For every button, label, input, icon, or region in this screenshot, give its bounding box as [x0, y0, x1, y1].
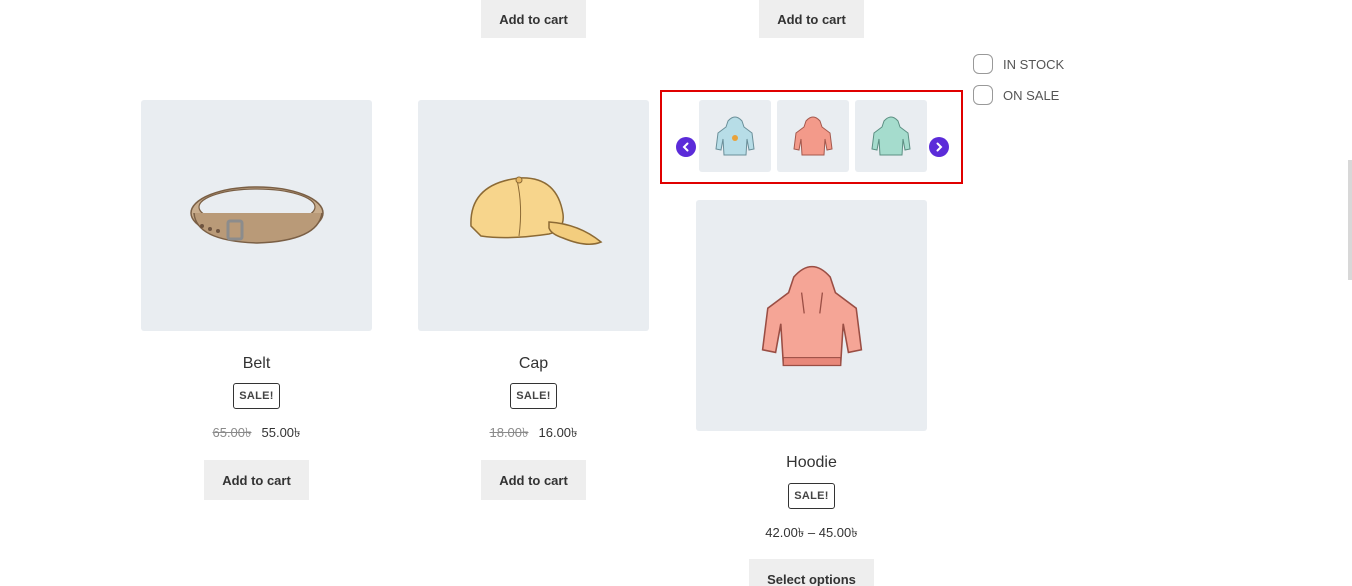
chevron-right-icon[interactable]: [929, 137, 949, 157]
add-to-cart-button-top-1[interactable]: Add to cart: [481, 0, 586, 38]
in-stock-checkbox[interactable]: [973, 54, 993, 74]
product-title-belt[interactable]: Belt: [141, 355, 372, 373]
sale-price-cap: 16.00৳: [538, 425, 578, 440]
sale-badge-cap: SALE!: [510, 383, 557, 409]
cap-icon: [469, 176, 602, 245]
hoodie-green-icon[interactable]: [855, 100, 927, 172]
old-price-belt: 65.00৳: [212, 425, 252, 440]
add-to-cart-button-belt[interactable]: Add to cart: [204, 460, 309, 500]
old-price-cap: 18.00৳: [489, 425, 529, 440]
select-options-button-hoodie[interactable]: Select options: [749, 559, 874, 586]
product-title-hoodie[interactable]: Hoodie: [696, 454, 927, 472]
in-stock-label: IN STOCK: [1003, 56, 1065, 72]
scrollbar[interactable]: [1348, 160, 1352, 280]
filter-on-sale[interactable]: ON SALE: [973, 85, 1059, 105]
on-sale-checkbox[interactable]: [973, 85, 993, 105]
add-to-cart-button-cap[interactable]: Add to cart: [481, 460, 586, 500]
sale-price-belt: 55.00৳: [261, 425, 301, 440]
sale-badge-belt: SALE!: [233, 383, 280, 409]
hoodie-pink-icon[interactable]: [777, 100, 849, 172]
belt-icon: [189, 185, 324, 244]
price-range-hoodie: 42.00৳ – 45.00৳: [765, 525, 858, 540]
sale-badge-hoodie: SALE!: [788, 483, 835, 509]
price-cap: 18.00৳ 16.00৳: [418, 424, 649, 445]
hoodie-blue-logo-icon[interactable]: [699, 100, 771, 172]
product-title-cap[interactable]: Cap: [418, 355, 649, 373]
add-to-cart-button-top-2[interactable]: Add to cart: [759, 0, 864, 38]
product-image-cap[interactable]: [418, 100, 649, 331]
product-image-belt[interactable]: [141, 100, 372, 331]
on-sale-label: ON SALE: [1003, 87, 1060, 103]
product-image-hoodie[interactable]: [696, 200, 927, 431]
hoodie-icon: [761, 265, 862, 366]
chevron-left-icon[interactable]: [676, 137, 696, 157]
price-belt: 65.00৳ 55.00৳: [141, 424, 372, 445]
filter-in-stock[interactable]: IN STOCK: [973, 54, 1064, 74]
